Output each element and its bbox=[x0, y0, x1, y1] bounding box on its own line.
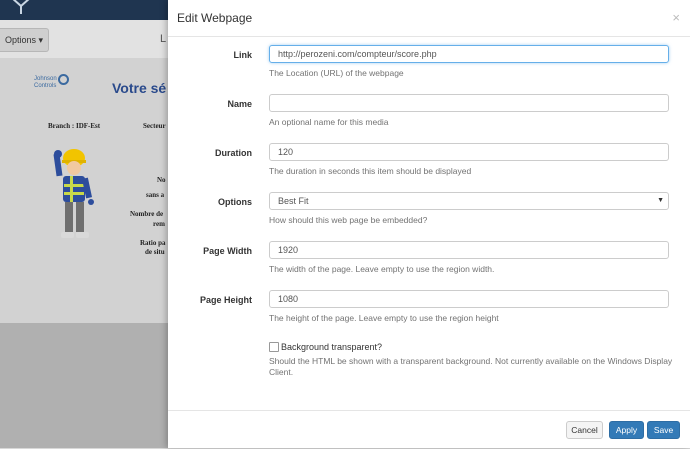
background-transparent-checkbox[interactable] bbox=[269, 342, 279, 352]
page-width-help: The width of the page. Leave empty to us… bbox=[269, 264, 495, 274]
options-help: How should this web page be embedded? bbox=[269, 215, 428, 225]
background-transparent-label[interactable]: Background transparent? bbox=[281, 342, 382, 352]
worker-illustration-icon bbox=[53, 149, 94, 238]
toolbar-label-fragment: L bbox=[160, 33, 167, 45]
link-label: Link bbox=[233, 50, 252, 60]
dialog-title: Edit Webpage bbox=[177, 11, 253, 25]
options-label: Options bbox=[218, 197, 252, 207]
preview-text-fragment: rem bbox=[153, 220, 165, 228]
preview-text-fragment: No bbox=[157, 176, 166, 184]
name-label: Name bbox=[227, 99, 252, 109]
preview-text-fragment: sans a bbox=[146, 191, 165, 199]
dialog-header: Edit Webpage × bbox=[168, 0, 690, 37]
link-input[interactable] bbox=[269, 45, 669, 63]
background-transparent-help: Should the HTML be shown with a transpar… bbox=[269, 356, 673, 377]
page-height-help: The height of the page. Leave empty to u… bbox=[269, 313, 499, 323]
options-dropdown-button[interactable]: Options ▾ bbox=[0, 28, 49, 52]
link-help: The Location (URL) of the webpage bbox=[269, 68, 404, 78]
app-logo-icon[interactable] bbox=[8, 0, 34, 16]
edit-webpage-dialog: Edit Webpage × Link The Location (URL) o… bbox=[168, 0, 690, 448]
preview-text-fragment: Ratio pa bbox=[140, 239, 166, 247]
page-width-label: Page Width bbox=[203, 246, 252, 256]
preview-text-fragment: Nombre de bbox=[130, 210, 164, 218]
duration-label: Duration bbox=[215, 148, 252, 158]
name-help: An optional name for this media bbox=[269, 117, 389, 127]
page-height-input[interactable] bbox=[269, 290, 669, 308]
save-button[interactable]: Save bbox=[647, 421, 680, 439]
duration-input[interactable] bbox=[269, 143, 669, 161]
branch-label: Branch : IDF-Est bbox=[48, 122, 101, 130]
page-height-label: Page Height bbox=[199, 295, 252, 305]
duration-help: The duration in seconds this item should… bbox=[269, 166, 472, 176]
close-icon[interactable]: × bbox=[672, 10, 680, 25]
preview-title: Votre sé bbox=[112, 80, 167, 96]
page-width-input[interactable] bbox=[269, 241, 669, 259]
company-logo: Johnson Controls bbox=[34, 76, 57, 89]
secteur-label: Secteur bbox=[143, 122, 166, 130]
cancel-button[interactable]: Cancel bbox=[566, 421, 603, 439]
apply-button[interactable]: Apply bbox=[609, 421, 644, 439]
caret-down-icon: ▼ bbox=[657, 197, 664, 204]
company-logo-mark-icon bbox=[58, 74, 69, 85]
options-select[interactable]: Best Fit ▼ bbox=[269, 192, 669, 210]
name-input[interactable] bbox=[269, 94, 669, 112]
options-select-value: Best Fit bbox=[278, 196, 309, 206]
preview-text-fragment: de situ bbox=[145, 248, 165, 256]
